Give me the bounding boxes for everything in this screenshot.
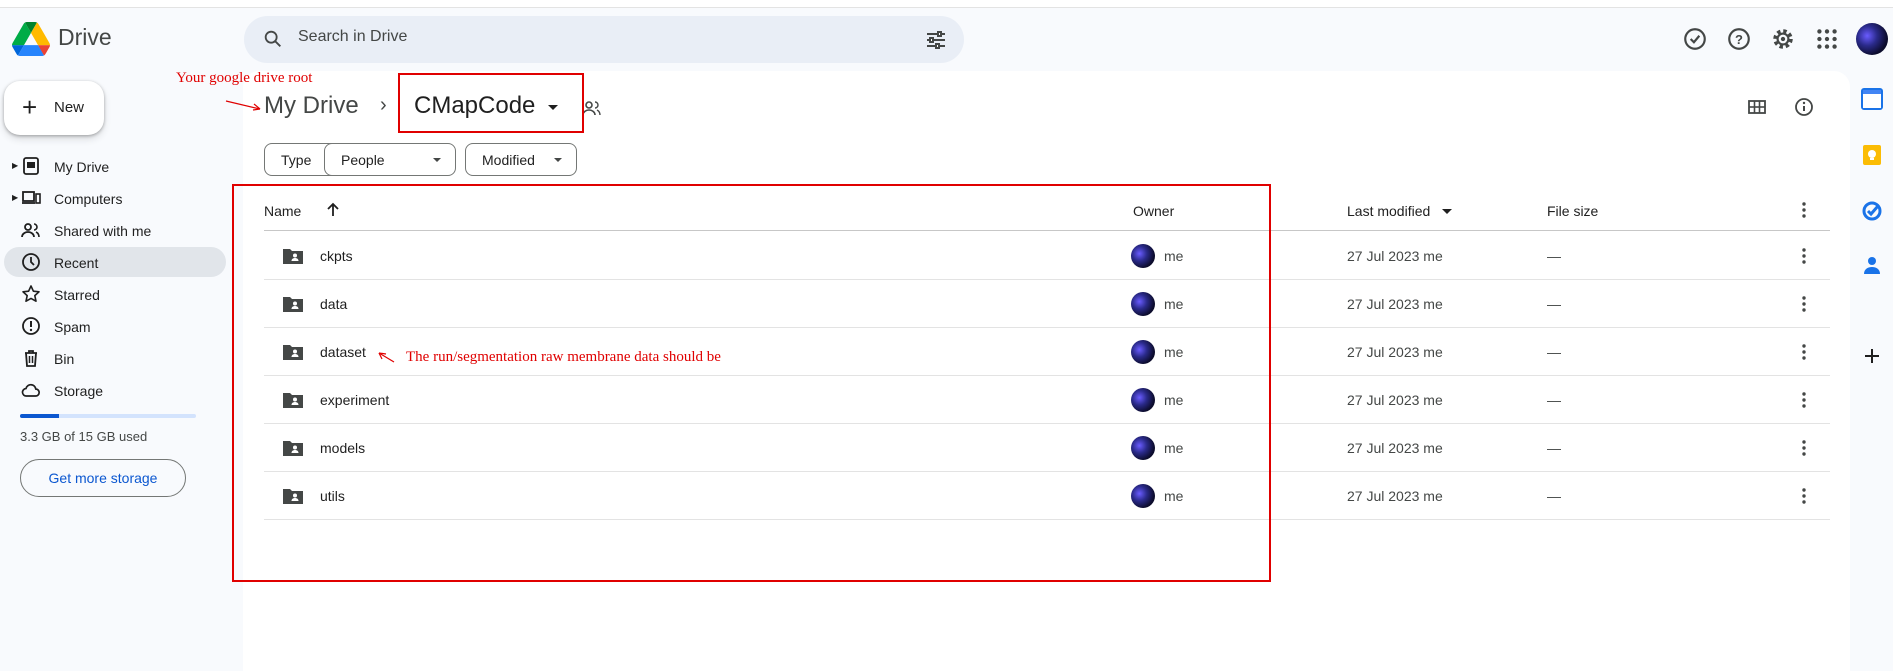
storage-usage-bar	[20, 414, 196, 418]
new-button-label: New	[54, 99, 85, 116]
expand-caret-icon[interactable]: ▶	[12, 193, 18, 202]
app-name: Drive	[58, 24, 112, 50]
svg-text:?: ?	[1735, 32, 1743, 47]
last-modified: 27 Jul 2023 me	[1347, 392, 1443, 408]
more-options-icon[interactable]	[1792, 340, 1816, 364]
trash-icon	[25, 350, 37, 367]
column-header-file-size[interactable]: File size	[1547, 203, 1598, 219]
tasks-icon[interactable]	[1861, 200, 1883, 222]
star-icon	[22, 285, 40, 302]
sidebar-item-label: Starred	[54, 287, 100, 303]
sidebar-item-label: Spam	[54, 319, 91, 335]
chip-label: Modified	[482, 151, 535, 168]
shared-folder-icon	[582, 101, 601, 116]
annotation-highlight-box	[398, 73, 584, 133]
file-size: —	[1547, 296, 1561, 312]
settings-gear-icon[interactable]	[1770, 26, 1796, 52]
chip-label: Type	[281, 151, 312, 168]
keep-notes-icon[interactable]	[1861, 144, 1883, 166]
search-input[interactable]	[298, 28, 898, 46]
calendar-icon[interactable]	[1861, 88, 1883, 110]
help-icon[interactable]: ?	[1726, 26, 1752, 52]
last-modified: 27 Jul 2023 me	[1347, 344, 1443, 360]
file-size: —	[1547, 440, 1561, 456]
annotation-root-note: Your google drive root	[176, 70, 313, 86]
more-options-icon[interactable]	[1792, 388, 1816, 412]
top-border	[0, 0, 1893, 8]
contacts-icon[interactable]	[1861, 254, 1883, 276]
account-avatar[interactable]	[1856, 23, 1888, 55]
info-icon[interactable]	[1793, 96, 1815, 118]
sidebar-item-label: Bin	[54, 351, 75, 367]
last-modified: 27 Jul 2023 me	[1347, 248, 1443, 264]
column-header-last-modified[interactable]: Last modified	[1347, 203, 1430, 219]
ready-for-offline-icon[interactable]	[1682, 26, 1708, 52]
more-options-icon[interactable]	[1792, 244, 1816, 268]
clock-icon	[22, 253, 40, 271]
annotation-arrow-icon	[378, 352, 395, 363]
filter-modified-chip[interactable]: Modified	[465, 143, 577, 176]
last-modified: 27 Jul 2023 me	[1347, 488, 1443, 504]
file-size: —	[1547, 488, 1561, 504]
spam-icon	[22, 317, 40, 335]
chevron-down-icon	[433, 158, 441, 162]
annotation-highlight-box	[232, 184, 1271, 582]
computer-icon	[22, 191, 41, 204]
storage-usage-text: 3.3 GB of 15 GB used	[20, 429, 148, 444]
more-options-icon[interactable]	[1792, 436, 1816, 460]
sidebar-item-label: Computers	[54, 191, 123, 207]
grid-view-icon[interactable]	[1746, 96, 1768, 118]
sort-caret-icon[interactable]	[1442, 209, 1452, 214]
sidebar-item-label: Storage	[54, 383, 104, 399]
file-size: —	[1547, 344, 1561, 360]
search-options-icon[interactable]	[924, 28, 948, 52]
sidebar-item-label: Shared with me	[54, 223, 152, 239]
more-options-icon[interactable]	[1792, 484, 1816, 508]
more-options-icon[interactable]	[1792, 292, 1816, 316]
last-modified: 27 Jul 2023 me	[1347, 296, 1443, 312]
get-more-storage-button[interactable]: Get more storage	[20, 459, 186, 497]
people-icon	[21, 223, 40, 238]
expand-caret-icon[interactable]: ▶	[12, 161, 18, 170]
last-modified: 27 Jul 2023 me	[1347, 440, 1443, 456]
chevron-down-icon	[554, 158, 562, 162]
my-drive-icon	[23, 157, 39, 175]
breadcrumb-my-drive[interactable]: My Drive	[264, 92, 359, 120]
chip-label: People	[341, 151, 385, 168]
drive-logo-icon[interactable]	[12, 22, 50, 56]
cloud-icon	[21, 383, 40, 397]
filter-people-chip[interactable]: People	[324, 143, 456, 176]
add-addon-icon[interactable]	[1861, 345, 1883, 367]
annotation-arrow-icon	[225, 100, 261, 111]
annotation-dataset-note: The run/segmentation raw membrane data s…	[406, 349, 721, 365]
storage-usage-fill	[20, 414, 59, 418]
sidebar-item-label: Recent	[54, 255, 99, 271]
file-size: —	[1547, 392, 1561, 408]
breadcrumb-separator: ›	[380, 94, 387, 116]
search-icon[interactable]	[262, 28, 284, 50]
plus-icon: +	[22, 92, 38, 122]
apps-grid-icon[interactable]	[1814, 26, 1840, 52]
more-options-icon[interactable]	[1792, 198, 1816, 222]
sidebar-item-label: My Drive	[54, 159, 110, 175]
file-size: —	[1547, 248, 1561, 264]
